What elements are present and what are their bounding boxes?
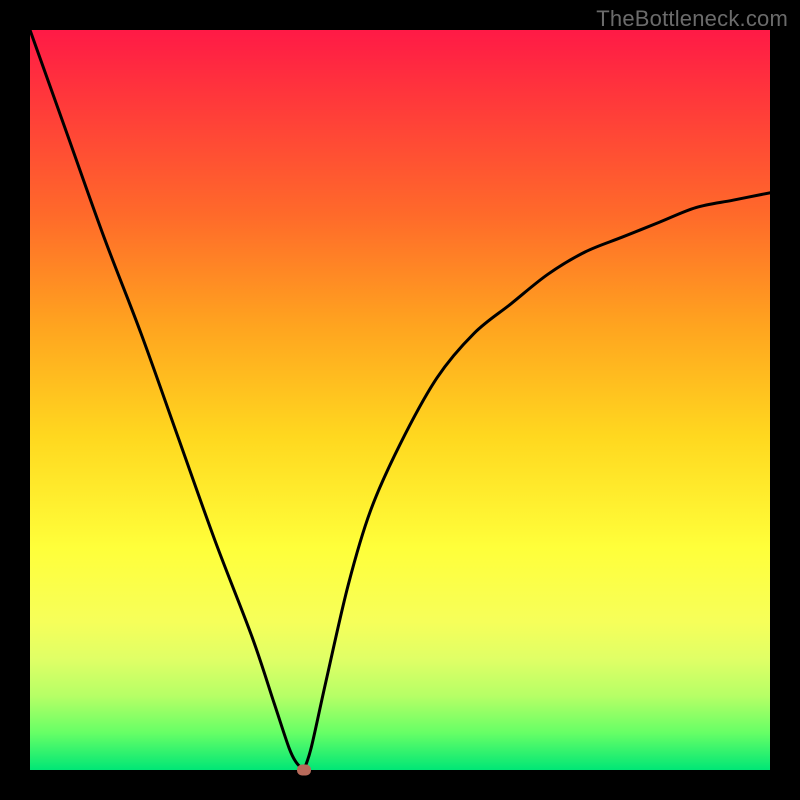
chart-frame: TheBottleneck.com xyxy=(0,0,800,800)
plot-area xyxy=(30,30,770,770)
bottleneck-curve xyxy=(30,30,770,770)
minimum-marker xyxy=(297,765,311,776)
watermark-text: TheBottleneck.com xyxy=(596,6,788,32)
